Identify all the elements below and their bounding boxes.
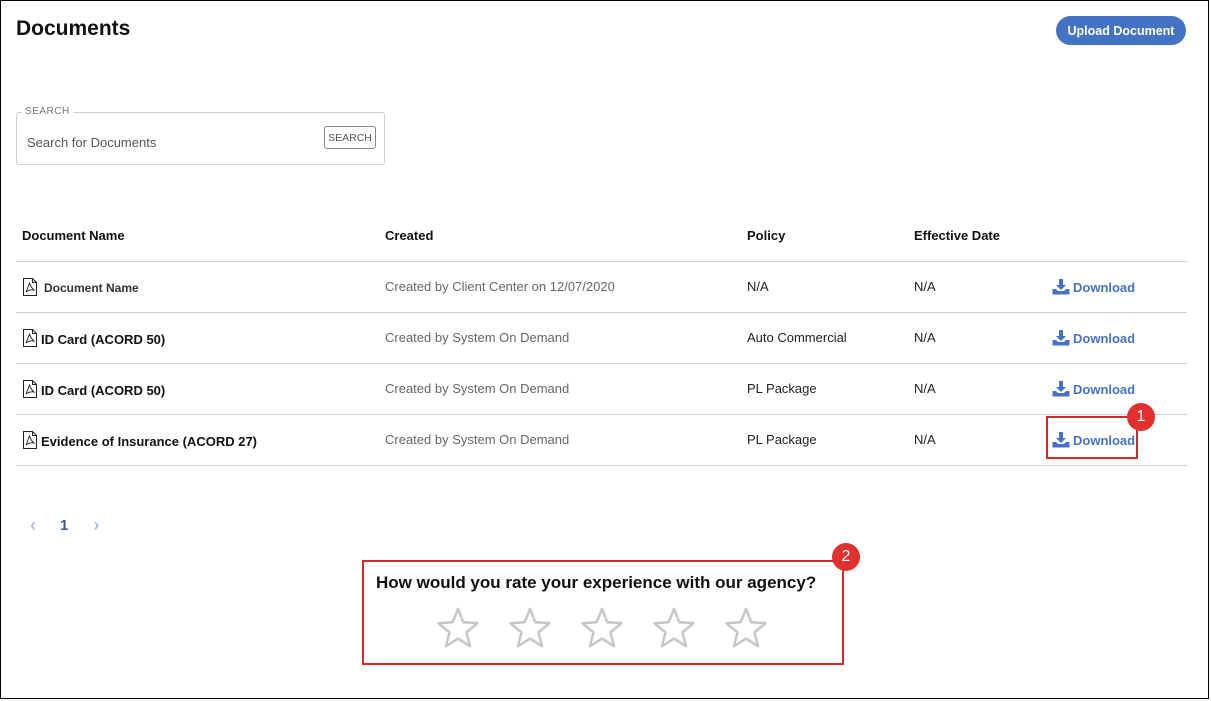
download-link[interactable]: Download (1052, 279, 1135, 295)
star-icon[interactable] (580, 606, 624, 650)
created-cell: Created by System On Demand (385, 330, 570, 345)
pdf-file-icon (23, 278, 37, 296)
table-row: Evidence of Insurance (ACORD 27) Created… (16, 415, 1187, 466)
document-name-cell: ID Card (ACORD 50) (22, 380, 166, 399)
document-name-cell: ID Card (ACORD 50) (22, 329, 166, 348)
download-label: Download (1073, 279, 1136, 295)
table-row: ID Card (ACORD 50) Created by System On … (16, 364, 1187, 415)
search-input[interactable] (25, 131, 319, 153)
download-icon (1052, 330, 1070, 346)
header-created: Created (385, 228, 434, 243)
star-icon[interactable] (652, 606, 696, 650)
document-name-cell: Evidence of Insurance (ACORD 27) (22, 431, 257, 450)
policy-cell: PL Package (747, 381, 817, 396)
table-row: Document Name Created by Client Center o… (16, 262, 1187, 313)
documents-table: Document Name Created Policy Effective D… (16, 211, 1187, 466)
annotation-badge-1: 1 (1127, 403, 1155, 431)
effective-date-cell: N/A (914, 381, 936, 396)
policy-cell: N/A (747, 279, 769, 294)
prev-page-chevron-icon[interactable]: ‹ (26, 515, 40, 536)
header-document-name: Document Name (22, 228, 125, 243)
page-number-current[interactable]: 1 (60, 517, 68, 534)
download-highlight-box (1046, 416, 1138, 459)
effective-date-cell: N/A (914, 330, 936, 345)
created-cell: Created by System On Demand (385, 381, 570, 396)
pdf-file-icon (23, 329, 37, 347)
header-effective-date: Effective Date (914, 228, 1000, 243)
document-name-cell: Document Name (22, 278, 139, 297)
page-title: Documents (16, 17, 131, 40)
document-name: Document Name (44, 281, 139, 295)
download-icon (1052, 279, 1070, 295)
star-icon[interactable] (508, 606, 552, 650)
created-cell: Created by Client Center on 12/07/2020 (385, 279, 615, 294)
download-label: Download (1073, 381, 1136, 397)
next-page-chevron-icon[interactable]: › (89, 515, 103, 536)
document-name: ID Card (ACORD 50) (41, 382, 166, 398)
pdf-file-icon (23, 380, 37, 398)
download-label: Download (1073, 330, 1136, 346)
annotation-badge-2: 2 (832, 543, 860, 571)
download-icon (1052, 381, 1070, 397)
upload-document-button[interactable]: Upload Document (1056, 16, 1186, 45)
download-link[interactable]: Download (1052, 381, 1135, 397)
policy-cell: Auto Commercial (747, 330, 847, 345)
rating-question: How would you rate your experience with … (376, 573, 817, 592)
search-legend: SEARCH (22, 106, 73, 117)
header-policy: Policy (747, 228, 786, 243)
document-name: Evidence of Insurance (ACORD 27) (41, 433, 257, 449)
document-name: ID Card (ACORD 50) (41, 331, 166, 347)
table-row: ID Card (ACORD 50) Created by System On … (16, 313, 1187, 364)
search-field: SEARCH SEARCH (16, 106, 385, 165)
effective-date-cell: N/A (914, 432, 936, 447)
pdf-file-icon (23, 431, 37, 449)
documents-page: Documents Upload Document SEARCH SEARCH … (0, 0, 1209, 699)
star-icon[interactable] (436, 606, 480, 650)
download-link[interactable]: Download (1052, 330, 1135, 346)
table-header: Document Name Created Policy Effective D… (16, 211, 1187, 262)
policy-cell: PL Package (747, 432, 817, 447)
effective-date-cell: N/A (914, 279, 936, 294)
star-rating (436, 606, 796, 650)
rating-widget: How would you rate your experience with … (362, 560, 844, 665)
pagination: ‹ 1 › (26, 515, 103, 535)
created-cell: Created by System On Demand (385, 432, 570, 447)
search-button[interactable]: SEARCH (324, 126, 376, 149)
star-icon[interactable] (724, 606, 768, 650)
